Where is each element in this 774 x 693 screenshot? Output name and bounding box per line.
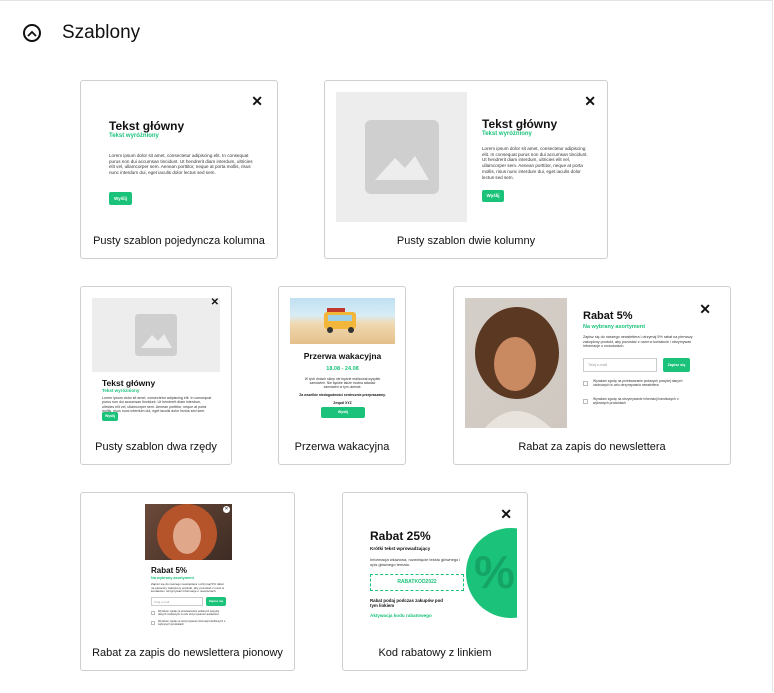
preview-dates: 18.08 - 24.08 xyxy=(326,366,359,372)
template-card-newsletter-discount[interactable]: ✕ Rabat 5% Na wybrany asortyment Zapisz … xyxy=(453,286,731,465)
preview-apology: Za wszelkie niedogodności serdecznie prz… xyxy=(299,393,386,397)
beach-photo xyxy=(290,298,395,344)
consent-checkbox xyxy=(583,399,588,404)
image-placeholder xyxy=(92,298,220,372)
image-icon xyxy=(364,120,439,194)
template-label: Pusty szablon dwie kolumny xyxy=(396,235,536,247)
consent-text: Wyrażam zgodę na przetwarzanie podanych … xyxy=(593,379,683,387)
preview-button: Wyślij xyxy=(102,412,118,421)
consent-checkbox xyxy=(151,621,155,625)
preview-button: Wyślij xyxy=(109,192,132,205)
preview-heading: Rabat 5% xyxy=(151,566,188,575)
template-card-newsletter-vertical[interactable]: ✕ Rabat 5% Na wybrany asortyment Zapisz … xyxy=(80,492,295,671)
template-card-two-rows[interactable]: ✕ Tekst główny Tekst wyróżniony Lorem ip… xyxy=(80,286,232,465)
preview-subheading: Krótki tekst wprowadzający xyxy=(370,546,431,551)
image-placeholder xyxy=(336,92,467,222)
template-preview: ✕ Rabat 5% Na wybrany asortyment Zapisz … xyxy=(465,298,721,428)
template-preview: ✕ Tekst główny Tekst wyróżniony Lorem ip… xyxy=(336,92,600,222)
consent-text: Wyrażam zgodę na przetwarzanie podanych … xyxy=(158,610,220,617)
close-icon: ✕ xyxy=(210,298,219,308)
template-preview: ✕ Tekst główny Tekst wyróżniony Lorem ip… xyxy=(92,92,266,222)
preview-body: Zapisz się do naszego newslettera i otrz… xyxy=(151,582,225,594)
close-icon: ✕ xyxy=(223,506,230,513)
template-card-two-columns[interactable]: ✕ Tekst główny Tekst wyróżniony Lorem ip… xyxy=(324,80,608,259)
preview-body: Informacja wkażowa, rozwinięcie tekstu g… xyxy=(370,557,461,567)
preview-subscribe-button: Zapisz się xyxy=(206,597,226,606)
preview-activation-link: Aktywacja kodu rabatowego xyxy=(370,613,432,618)
preview-button: Wyślij xyxy=(321,407,365,418)
template-label: Rabat za zapis do newslettera xyxy=(518,441,666,453)
preview-button: Wyślij xyxy=(482,190,504,202)
preview-heading: Rabat 5% xyxy=(583,310,633,322)
consent-checkbox xyxy=(151,611,155,615)
preview-body: Lorem ipsum dolor sit amet, consectetur … xyxy=(102,396,212,413)
percent-icon: % xyxy=(474,546,515,598)
close-icon: ✕ xyxy=(251,93,263,109)
template-label: Pusty szablon pojedyncza kolumna xyxy=(93,235,265,247)
preview-heading: Rabat 25% xyxy=(370,529,431,543)
template-preview: % ✕ Rabat 25% Krótki tekst wprowadzający… xyxy=(354,504,517,634)
preview-body: Zapisz się do naszego newslettera i otrz… xyxy=(583,335,693,349)
template-card-vacation-break[interactable]: Przerwa wakacyjna 18.08 - 24.08 W tych d… xyxy=(278,286,406,465)
preview-subheading: Tekst wyróżniony xyxy=(482,131,532,137)
preview-subscribe-button: Zapisz się xyxy=(663,358,690,372)
preview-signature: Zespół XYZ xyxy=(333,401,352,405)
template-label: Rabat za zapis do newslettera pionowy xyxy=(92,647,283,659)
preview-body: Lorem ipsum dolor sit amet, consectetur … xyxy=(482,146,588,180)
preview-subheading: Na wybrany asortyment xyxy=(151,576,194,580)
woman-photo: ✕ xyxy=(145,504,232,560)
template-label: Kod rabatowy z linkiem xyxy=(378,647,492,659)
preview-subheading: Tekst wyróżniony xyxy=(109,133,159,139)
close-icon: ✕ xyxy=(699,301,711,317)
template-preview: ✕ Tekst główny Tekst wyróżniony Lorem ip… xyxy=(92,298,220,428)
preview-email-field: Twój e-mail xyxy=(151,597,203,606)
templates-section-toggle[interactable]: Szablony xyxy=(23,22,140,44)
close-icon: ✕ xyxy=(500,506,512,522)
preview-body: Lorem ipsum dolor sit amet, consectetur … xyxy=(109,153,253,176)
template-label: Pusty szablon dwa rzędy xyxy=(95,441,217,453)
template-preview: Przerwa wakacyjna 18.08 - 24.08 W tych d… xyxy=(290,298,395,428)
close-icon: ✕ xyxy=(584,93,596,109)
woman-photo xyxy=(465,298,567,428)
chevron-up-circle-icon[interactable] xyxy=(23,24,41,42)
image-icon xyxy=(135,314,177,356)
preview-note: Rabat podaj podczas zakupów pod tym link… xyxy=(370,598,443,609)
template-label: Przerwa wakacyjna xyxy=(294,441,390,453)
preview-email-field: Twój e-mail xyxy=(583,358,657,372)
preview-heading: Przerwa wakacyjna xyxy=(303,351,382,361)
consent-text: Wyrażam zgodę na otrzymywanie informacji… xyxy=(593,397,679,405)
consent-text: Wyrażam zgodę na otrzymywanie informacji… xyxy=(158,620,226,627)
preview-heading: Tekst główny xyxy=(102,378,156,388)
discount-code-box: RABATKOD2022 xyxy=(370,574,464,591)
section-title: Szablony xyxy=(62,22,141,43)
preview-subheading: Tekst wyróżniony xyxy=(102,388,140,393)
vacation-bus-illustration xyxy=(324,308,356,333)
template-card-discount-code[interactable]: % ✕ Rabat 25% Krótki tekst wprowadzający… xyxy=(342,492,528,671)
preview-body: W tych dniach sklep nie będzie realizowa… xyxy=(304,377,381,390)
template-preview: ✕ Rabat 5% Na wybrany asortyment Zapisz … xyxy=(145,504,232,634)
consent-checkbox xyxy=(583,381,588,386)
template-card-single-column[interactable]: ✕ Tekst główny Tekst wyróżniony Lorem ip… xyxy=(80,80,278,259)
preview-heading: Tekst główny xyxy=(482,117,558,131)
preview-subheading: Na wybrany asortyment xyxy=(583,324,646,330)
preview-heading: Tekst główny xyxy=(109,119,185,133)
